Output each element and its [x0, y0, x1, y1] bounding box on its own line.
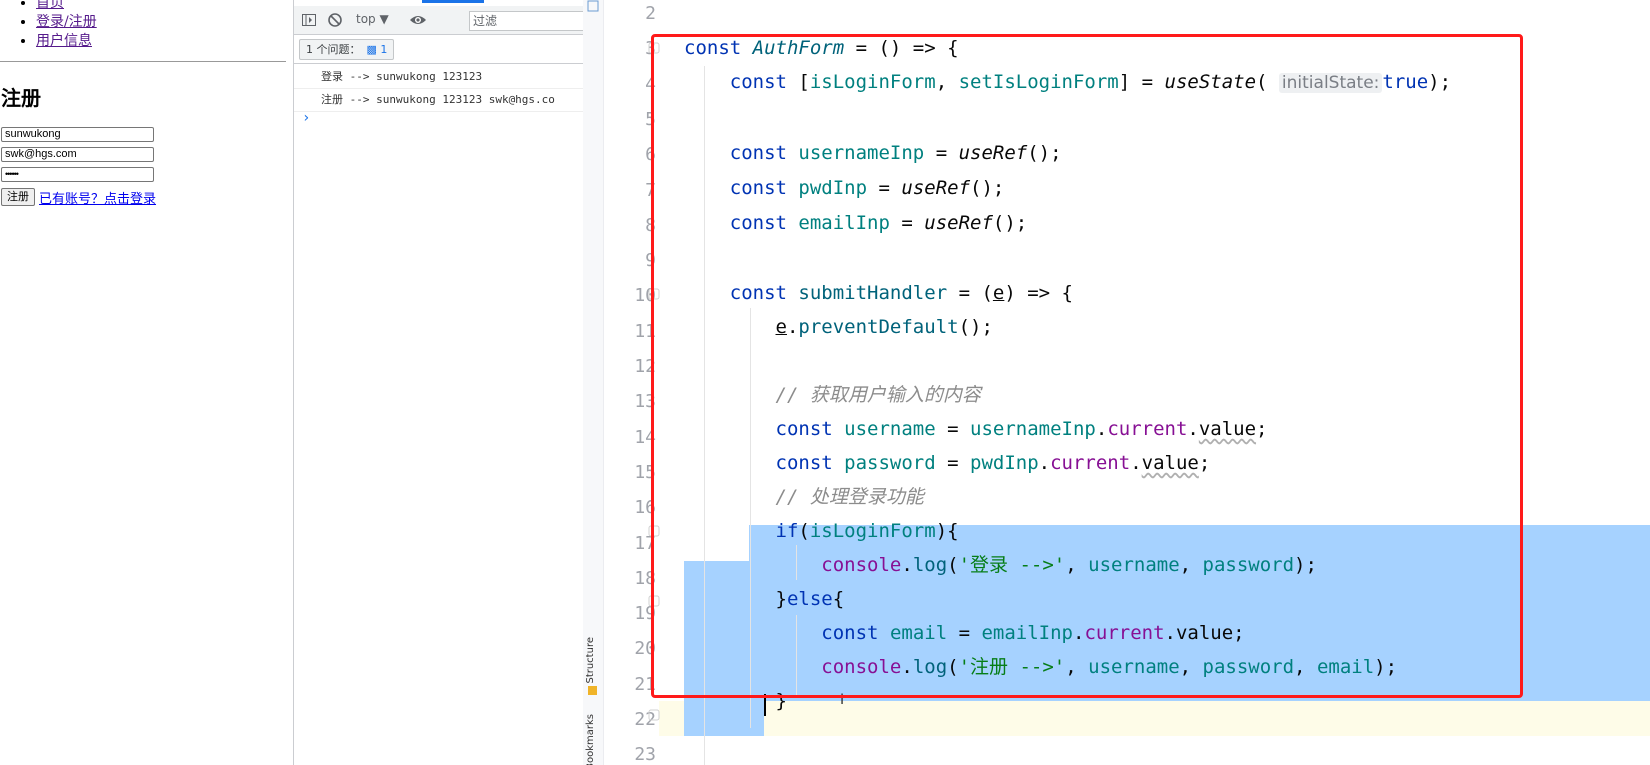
code-line: const username = usernameInp.current.val…	[775, 418, 1268, 440]
issues-button[interactable]: 1 个问题： ▩ 1	[299, 39, 395, 60]
code-line: console.log('登录 -->', username, password…	[821, 554, 1317, 576]
project-icon[interactable]	[587, 0, 599, 12]
switch-to-login-link[interactable]: 已有账号？点击登录	[39, 188, 156, 207]
line-number: 23	[634, 744, 656, 765]
issues-count: 1	[380, 43, 388, 56]
code-editor: Structure Bookmarks 2 3 4 5 6 7 8 9 10 1…	[583, 0, 1650, 765]
active-tab-indicator	[422, 0, 484, 3]
bookmarks-tab[interactable]: Bookmarks	[585, 714, 596, 765]
structure-icon	[588, 686, 597, 695]
nav-link-auth[interactable]: 登录/注册	[36, 14, 97, 30]
email-input[interactable]: swk@hgs.com	[1, 147, 154, 162]
log-separator	[294, 111, 584, 112]
line-number: 16	[634, 497, 656, 519]
line-number: 13	[634, 391, 656, 413]
nav-link-home[interactable]: 首页	[36, 0, 64, 11]
clear-console-icon[interactable]	[327, 12, 343, 28]
console-log-line: 登录 --> sunwukong 123123	[321, 70, 483, 83]
line-number: 5	[645, 108, 656, 130]
code-line: }else{	[684, 588, 845, 610]
code-line: e.preventDefault();	[775, 316, 993, 338]
text-caret	[764, 694, 766, 716]
nav-item-auth: 登录/注册	[36, 13, 97, 32]
nav-list: 首页 登录/注册 用户信息	[0, 0, 97, 51]
password-input[interactable]: ••••••	[1, 167, 154, 182]
console-log-line: 注册 --> sunwukong 123123 swk@hgs.co	[321, 93, 555, 106]
code-line: }	[684, 690, 787, 712]
filter-input[interactable]: 过滤	[469, 11, 584, 31]
issues-label: 1 个问题：	[306, 43, 361, 56]
nav-item-profile: 用户信息	[36, 32, 97, 51]
register-button[interactable]: 注册	[1, 188, 35, 206]
code-line: const [isLoginForm, setIsLoginForm] = us…	[729, 71, 1452, 93]
issues-count-badge: ▩ 1	[367, 43, 388, 56]
console-prompt-icon[interactable]: ›	[302, 110, 310, 126]
line-number: 9	[645, 250, 656, 272]
line-number: 15	[634, 461, 656, 483]
code-line: const emailInp = useRef();	[729, 212, 1028, 234]
fold-icon[interactable]	[648, 288, 660, 300]
line-number-gutter: 2 3 4 5 6 7 8 9 10 11 12 13 14 15 16 17 …	[604, 0, 684, 765]
code-line: if(isLoginForm){	[775, 520, 959, 542]
line-number: 2	[645, 3, 656, 24]
nav-link-profile[interactable]: 用户信息	[36, 33, 92, 49]
line-number: 12	[634, 356, 656, 377]
fold-icon[interactable]	[648, 42, 660, 54]
devtools-console: top ▼ 过滤 1 个问题： ▩ 1 登录 --> sunwukong 1231…	[293, 0, 584, 765]
line-number: 11	[634, 320, 656, 342]
code-line: const email = emailInp.current.value;	[821, 622, 1245, 644]
line-number: 6	[645, 144, 656, 166]
browser-page: 首页 登录/注册 用户信息 注册 sunwukong swk@hgs.com •…	[0, 0, 293, 765]
code-area[interactable]: const AuthForm = () => { const [isLoginF…	[659, 0, 1650, 765]
code-line: const AuthForm = () => {	[684, 37, 959, 59]
ibeam-cursor-icon: I	[840, 692, 845, 708]
line-number: 21	[634, 673, 656, 695]
console-toolbar: top ▼ 过滤	[294, 6, 584, 35]
code-line: // 处理登录功能	[775, 486, 924, 508]
fold-icon[interactable]	[648, 709, 660, 721]
line-number: 4	[645, 73, 656, 95]
message-icon: ▩	[366, 43, 377, 56]
context-selector[interactable]: top ▼	[356, 12, 389, 26]
line-number: 20	[634, 638, 656, 660]
divider	[0, 61, 286, 62]
fold-icon[interactable]	[648, 525, 660, 537]
inlay-hint: initialState:	[1278, 73, 1383, 93]
code-line: console.log('注册 -->', username, password…	[821, 656, 1398, 678]
structure-tab[interactable]: Structure	[585, 637, 596, 684]
code-line: const password = pwdInp.current.value;	[775, 452, 1211, 474]
line-number: 8	[645, 214, 656, 236]
line-number: 18	[634, 567, 656, 589]
eye-icon[interactable]	[409, 12, 427, 28]
issues-bar: 1 个问题： ▩ 1	[294, 35, 584, 64]
page-title: 注册	[1, 86, 41, 110]
code-line: const usernameInp = useRef();	[729, 142, 1062, 164]
fold-icon[interactable]	[648, 595, 660, 607]
line-number: 7	[645, 179, 656, 201]
nav-item-home: 首页	[36, 0, 97, 13]
sidebar-toggle-icon[interactable]	[301, 12, 317, 28]
code-line: const pwdInp = useRef();	[729, 177, 1005, 199]
line-number: 14	[634, 426, 656, 448]
code-line: // 获取用户输入的内容	[775, 384, 981, 406]
tool-window-strip: Structure Bookmarks	[583, 0, 604, 765]
code-line: const submitHandler = (e) => {	[729, 282, 1073, 304]
username-input[interactable]: sunwukong	[1, 127, 154, 142]
